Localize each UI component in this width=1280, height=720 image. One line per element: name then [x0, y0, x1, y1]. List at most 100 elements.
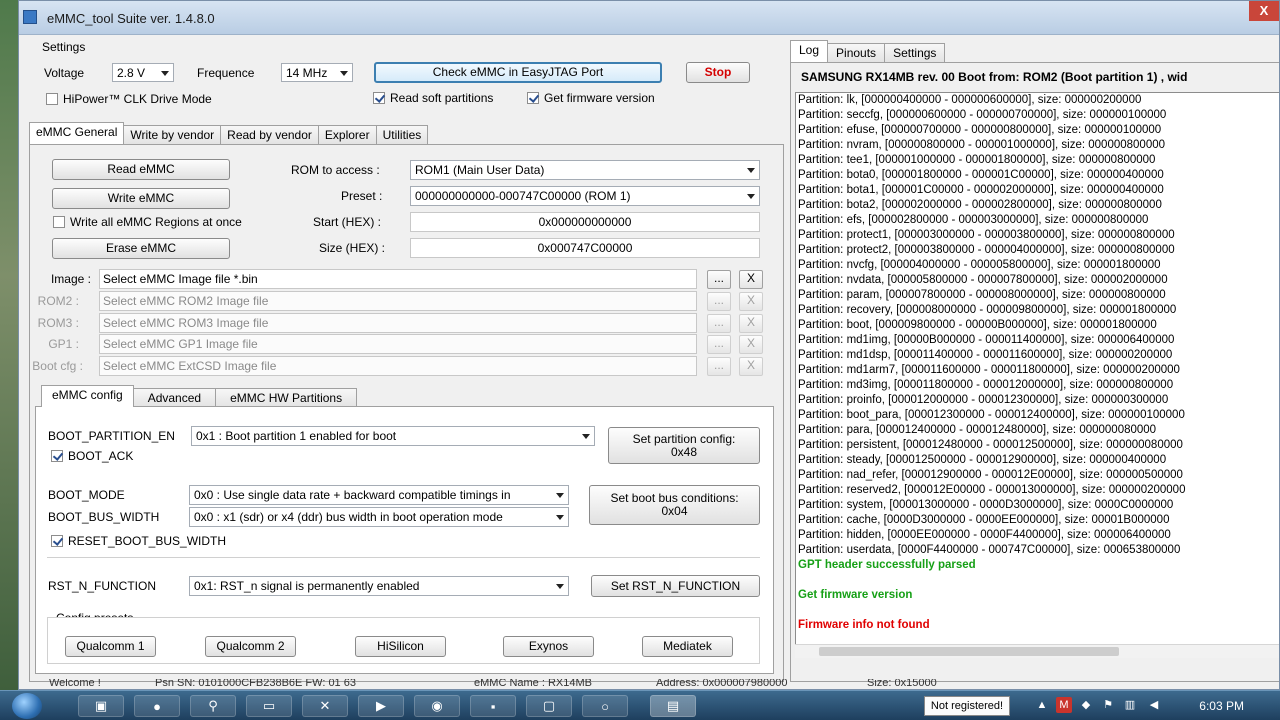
- stop-button[interactable]: Stop: [686, 62, 750, 83]
- read-soft-partitions-checkbox[interactable]: Read soft partitions: [373, 91, 493, 105]
- gp1-label: GP1 :: [48, 337, 79, 351]
- write-emmc-button[interactable]: Write eMMC: [52, 188, 230, 209]
- gp1-file-field[interactable]: Select eMMC GP1 Image file: [99, 334, 697, 354]
- log-output[interactable]: Partition: lk, [000000400000 - 000000600…: [795, 92, 1279, 658]
- rom-to-access-select[interactable]: ROM1 (Main User Data): [410, 160, 760, 180]
- search-icon[interactable]: ⚲: [190, 695, 236, 717]
- tab-log-settings[interactable]: Settings: [884, 43, 946, 62]
- preset-hisilicon-button[interactable]: HiSilicon: [355, 636, 446, 657]
- app-green-icon[interactable]: ▶: [358, 695, 404, 717]
- tab-emmc-general[interactable]: eMMC General: [29, 122, 125, 144]
- tab-emmc-config[interactable]: eMMC config: [41, 385, 134, 407]
- excel-icon[interactable]: ✕: [302, 695, 348, 717]
- explorer-icon[interactable]: ▣: [78, 695, 124, 717]
- tab-advanced[interactable]: Advanced: [132, 388, 217, 407]
- preset-mediatek-button[interactable]: Mediatek: [642, 636, 733, 657]
- rom-to-access-label: ROM to access :: [291, 163, 380, 177]
- tab-emmc-hw-partitions[interactable]: eMMC HW Partitions: [215, 388, 358, 407]
- tray-network-icon[interactable]: ▥: [1122, 697, 1138, 713]
- tray-volume-icon[interactable]: ◀: [1146, 697, 1162, 713]
- start-button[interactable]: [12, 693, 42, 719]
- tray-m-icon[interactable]: M: [1056, 697, 1072, 713]
- size-hex-field[interactable]: 0x000747C00000: [410, 238, 760, 258]
- boot-partition-select[interactable]: 0x1 : Boot partition 1 enabled for boot: [191, 426, 595, 446]
- status-address: Address: 0x000007980000: [656, 679, 788, 689]
- chrome-icon[interactable]: ◉: [414, 695, 460, 717]
- start-hex-field[interactable]: 0x000000000000: [410, 212, 760, 232]
- boot-mode-select[interactable]: 0x0 : Use single data rate + backward co…: [189, 485, 569, 505]
- log-line: Partition: param, [000007800000 - 000008…: [798, 289, 1166, 301]
- tab-write-by-vendor[interactable]: Write by vendor: [123, 125, 222, 144]
- firefox-icon[interactable]: ●: [134, 695, 180, 717]
- boot-ack-checkbox[interactable]: BOOT_ACK: [51, 449, 133, 463]
- preset-qualcomm1-button[interactable]: Qualcomm 1: [65, 636, 156, 657]
- hipower-checkbox[interactable]: HiPower™ CLK Drive Mode: [46, 92, 212, 106]
- check-emmc-button[interactable]: Check eMMC in EasyJTAG Port: [374, 62, 662, 83]
- preset-select[interactable]: 000000000000-000747C00000 (ROM 1): [410, 186, 760, 206]
- read-emmc-button[interactable]: Read eMMC: [52, 159, 230, 180]
- rom3-clear-button[interactable]: X: [739, 314, 763, 333]
- set-boot-bus-button[interactable]: Set boot bus conditions: 0x04: [589, 485, 760, 525]
- voltage-select[interactable]: 2.8 V: [112, 63, 174, 82]
- tab-utilities[interactable]: Utilities: [375, 125, 429, 144]
- log-line: Partition: proinfo, [000012000000 - 0000…: [798, 394, 1169, 406]
- voltage-label: Voltage: [44, 66, 85, 80]
- reset-boot-bus-width-checkbox[interactable]: RESET_BOOT_BUS_WIDTH: [51, 534, 226, 548]
- app-icon: [23, 10, 37, 24]
- close-window-button[interactable]: X: [1249, 1, 1279, 21]
- log-line: Partition: system, [000013000000 - 0000D…: [798, 499, 1174, 511]
- rom2-browse-button[interactable]: ...: [707, 292, 731, 311]
- tab-read-by-vendor[interactable]: Read by vendor: [220, 125, 319, 144]
- scrollbar-thumb[interactable]: [819, 647, 1119, 656]
- emmc-tool-taskbar-icon[interactable]: ▤: [650, 695, 696, 717]
- taskbar-clock[interactable]: 6:03 PM: [1199, 699, 1244, 713]
- log-line: Partition: nvram, [000000800000 - 000001…: [798, 139, 1166, 151]
- log-line: Partition: md1img, [00000B000000 - 00001…: [798, 334, 1175, 346]
- preset-label: Preset :: [341, 189, 383, 203]
- tab-log[interactable]: Log: [790, 40, 829, 62]
- tray-arrow-icon[interactable]: ▲: [1034, 697, 1050, 713]
- rom3-browse-button[interactable]: ...: [707, 314, 731, 333]
- preset-exynos-button[interactable]: Exynos: [503, 636, 594, 657]
- frequence-select[interactable]: 14 MHz: [281, 63, 353, 82]
- boot-bus-width-select[interactable]: 0x0 : x1 (sdr) or x4 (ddr) bus width in …: [189, 507, 569, 527]
- rom2-file-field[interactable]: Select eMMC ROM2 Image file: [99, 291, 697, 311]
- write-all-regions-checkbox[interactable]: Write all eMMC Regions at once: [53, 215, 242, 229]
- tray-red-icon[interactable]: ◆: [1078, 697, 1094, 713]
- rst-n-function-select[interactable]: 0x1: RST_n signal is permanently enabled: [189, 576, 569, 596]
- log-get-firmware: Get firmware version: [798, 589, 913, 601]
- set-rst-n-function-button[interactable]: Set RST_N_FUNCTION: [591, 575, 760, 597]
- gp1-browse-button[interactable]: ...: [707, 335, 731, 354]
- boot-cfg-label: Boot cfg :: [32, 359, 83, 373]
- boot-cfg-file-field[interactable]: Select eMMC ExtCSD Image file: [99, 356, 697, 376]
- status-bar: Welcome ! Psn SN: 0101000CFB238B6E FW: 0…: [19, 679, 1279, 689]
- log-line: Partition: bota2, [000002000000 - 000002…: [798, 199, 1162, 211]
- boot-cfg-browse-button[interactable]: ...: [707, 357, 731, 376]
- tray-flag-icon[interactable]: ⚑: [1100, 697, 1116, 713]
- tab-pinouts[interactable]: Pinouts: [827, 43, 886, 62]
- mi-icon[interactable]: ▪: [470, 695, 516, 717]
- log-line: Partition: boot, [000009800000 - 00000B0…: [798, 319, 1157, 331]
- tab-explorer[interactable]: Explorer: [317, 125, 377, 144]
- erase-emmc-button[interactable]: Erase eMMC: [52, 238, 230, 259]
- get-firmware-version-checkbox[interactable]: Get firmware version: [527, 91, 655, 105]
- monitor-icon[interactable]: ▢: [526, 695, 572, 717]
- title-bar: eMMC_tool Suite ver. 1.4.8.0 X: [19, 1, 1279, 35]
- gp1-clear-button[interactable]: X: [739, 335, 763, 354]
- image-browse-button[interactable]: ...: [707, 270, 731, 289]
- boot-partition-en-label: BOOT_PARTITION_EN: [48, 429, 175, 443]
- app-round-icon[interactable]: ○: [582, 695, 628, 717]
- log-horizontal-scrollbar[interactable]: [795, 644, 1279, 658]
- log-blank: [796, 573, 1279, 588]
- log-line: Partition: boot_para, [000012300000 - 00…: [798, 409, 1185, 421]
- rom3-file-field[interactable]: Select eMMC ROM3 Image file: [99, 313, 697, 333]
- folder-icon[interactable]: ▭: [246, 695, 292, 717]
- preset-qualcomm2-button[interactable]: Qualcomm 2: [205, 636, 296, 657]
- image-file-field[interactable]: Select eMMC Image file *.bin: [99, 269, 697, 289]
- image-clear-button[interactable]: X: [739, 270, 763, 289]
- set-partition-config-button[interactable]: Set partition config: 0x48: [608, 427, 760, 464]
- log-line: Partition: steady, [000012500000 - 00001…: [798, 454, 1167, 466]
- not-registered-badge[interactable]: Not registered!: [924, 696, 1010, 716]
- rom2-clear-button[interactable]: X: [739, 292, 763, 311]
- boot-cfg-clear-button[interactable]: X: [739, 357, 763, 376]
